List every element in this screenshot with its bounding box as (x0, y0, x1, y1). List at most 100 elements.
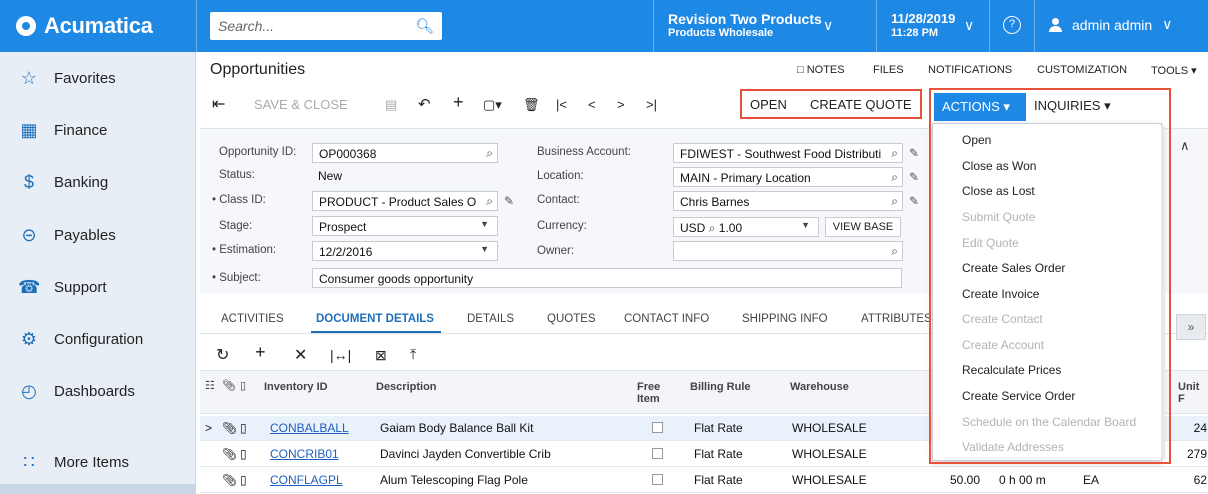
search-icon[interactable]: ⌕ (891, 146, 898, 161)
opportunity-id-field[interactable]: OP000368 ⌕ (312, 143, 498, 163)
last-record-icon[interactable]: >| (646, 97, 657, 112)
column-unit-price[interactable]: Unit F (1178, 381, 1208, 405)
expand-panel-icon[interactable]: » (1176, 314, 1206, 340)
estimation-date-field[interactable]: 12/2/2016 ▼ (312, 241, 498, 261)
inventory-id-link[interactable]: CONCRIB01 (270, 447, 339, 461)
sidebar-item-more-items[interactable]: ∷ More Items (0, 442, 196, 482)
inventory-id-link[interactable]: CONBALBALL (270, 421, 349, 435)
free-item-checkbox[interactable] (652, 448, 663, 459)
tab-contact-info[interactable]: CONTACT INFO (624, 313, 709, 325)
create-quote-button[interactable]: CREATE QUOTE (810, 97, 912, 112)
edit-pencil-icon[interactable]: ✎ (504, 194, 514, 208)
search-icon[interactable]: ⌕ (891, 170, 898, 185)
refresh-icon[interactable]: ↻ (216, 345, 229, 365)
subject-field[interactable]: Consumer goods opportunity (312, 268, 902, 288)
sidebar-item-banking[interactable]: $ Banking (0, 162, 196, 202)
location-field[interactable]: MAIN - Primary Location ⌕ (673, 167, 903, 187)
attachment-icon: 📎︎ (222, 380, 236, 392)
next-record-icon[interactable]: > (617, 97, 625, 112)
edit-pencil-icon[interactable]: ✎ (909, 146, 919, 160)
search-icon[interactable]: ⌕ (486, 194, 493, 209)
search-input[interactable]: Search... 🔍︎ (210, 12, 442, 40)
table-row[interactable]: 📎︎ ▯ CONFLAGPL Alum Telescoping Flag Pol… (200, 468, 1208, 493)
view-base-button[interactable]: VIEW BASE (825, 217, 901, 237)
user-menu[interactable]: admin admin ∨ (1048, 16, 1172, 33)
previous-record-icon[interactable]: < (588, 97, 596, 112)
customization-link[interactable]: CUSTOMIZATION (1037, 64, 1127, 76)
sidebar-item-payables[interactable]: ⊝ Payables (0, 215, 196, 255)
edit-pencil-icon[interactable]: ✎ (909, 170, 919, 184)
sidebar: ☆ Favorites ▦ Finance $ Banking ⊝ Payables ☎… (0, 52, 196, 494)
owner-field[interactable]: ⌕ (673, 241, 903, 261)
search-icon[interactable]: ⌕ (709, 221, 716, 235)
help-icon[interactable]: ? (1003, 16, 1021, 34)
class-id-field[interactable]: PRODUCT - Product Sales O ⌕ (312, 191, 498, 211)
tools-menu[interactable]: TOOLS ▾ (1151, 64, 1197, 77)
business-date-selector[interactable]: 11/28/2019 11:28 PM ∨ (891, 12, 974, 40)
chevron-down-icon: ∨ (964, 17, 975, 33)
highlight-box (929, 88, 1171, 464)
stage-select[interactable]: Prospect ▼ (312, 216, 498, 236)
column-description[interactable]: Description (376, 381, 437, 393)
column-warehouse[interactable]: Warehouse (790, 381, 849, 393)
column-inventory-id[interactable]: Inventory ID (264, 381, 328, 393)
open-button[interactable]: OPEN (750, 97, 787, 112)
sidebar-item-favorites[interactable]: ☆ Favorites (0, 58, 196, 98)
sidebar-item-support[interactable]: ☎ Support (0, 267, 196, 307)
headset-icon: ☎ (18, 276, 41, 297)
tab-quotes[interactable]: QUOTES (547, 313, 596, 325)
undo-icon[interactable]: ↶ (418, 95, 431, 113)
search-icon[interactable]: ⌕ (891, 244, 898, 259)
note-icon[interactable]: ▯ (240, 421, 247, 435)
export-excel-icon[interactable]: ⊠ (375, 347, 387, 364)
tab-activities[interactable]: ACTIVITIES (221, 313, 284, 325)
notifications-link[interactable]: NOTIFICATIONS (928, 64, 1012, 76)
sidebar-item-dashboards[interactable]: ◴ Dashboards (0, 371, 196, 411)
free-item-checkbox[interactable] (652, 474, 663, 485)
back-arrow-icon[interactable]: ⇤ (212, 94, 225, 114)
delete-icon[interactable]: 🗑︎ (523, 97, 540, 113)
upload-icon[interactable]: ⤒ (410, 346, 416, 363)
row-selector-icon[interactable]: ☷ (205, 379, 215, 392)
divider (1034, 0, 1035, 52)
column-free-item[interactable]: Free Item (637, 381, 677, 405)
note-icon[interactable]: ▯ (240, 473, 247, 487)
contact-field[interactable]: Chris Barnes ⌕ (673, 191, 903, 211)
save-close-button[interactable]: SAVE & CLOSE (254, 97, 348, 112)
business-account-field[interactable]: FDIWEST - Southwest Food Distributi ⌕ (673, 143, 903, 163)
edit-pencil-icon[interactable]: ✎ (909, 194, 919, 208)
first-record-icon[interactable]: |< (556, 97, 567, 112)
notes-link[interactable]: □ NOTES (797, 64, 845, 76)
attachment-icon[interactable]: 📎︎ (222, 421, 237, 435)
delete-row-icon[interactable]: ✕ (294, 345, 307, 365)
company-selector[interactable]: Revision Two Products Products Wholesale… (668, 12, 833, 40)
acumatica-logo[interactable]: Acumatica (0, 0, 196, 52)
add-icon[interactable]: + (453, 92, 464, 113)
tab-document-details[interactable]: DOCUMENT DETAILS (316, 313, 434, 325)
tab-attributes[interactable]: ATTRIBUTES (861, 313, 932, 325)
files-link[interactable]: FILES (873, 64, 904, 76)
free-item-checkbox[interactable] (652, 422, 663, 433)
user-icon (1048, 17, 1062, 32)
attachment-icon[interactable]: 📎︎ (222, 473, 237, 487)
calculator-icon: ▦ (20, 119, 38, 140)
copy-paste-icon[interactable]: ▢▾ (483, 97, 502, 113)
search-icon[interactable]: ⌕ (486, 146, 493, 161)
tab-details[interactable]: DETAILS (467, 313, 514, 325)
note-icon[interactable]: ▯ (240, 447, 247, 461)
column-billing-rule[interactable]: Billing Rule (690, 381, 751, 393)
currency-field[interactable]: USD ⌕ 1.00 ▼ (673, 217, 819, 237)
save-icon[interactable]: ▤ (385, 97, 397, 113)
search-icon[interactable]: ⌕ (891, 194, 898, 209)
inventory-id-link[interactable]: CONFLAGPL (270, 473, 343, 487)
fit-columns-icon[interactable]: |↔| (330, 347, 351, 363)
sidebar-item-configuration[interactable]: ⚙ Configuration (0, 319, 196, 359)
attachment-icon[interactable]: 📎︎ (222, 447, 237, 461)
collapse-up-icon[interactable]: ∧ (1180, 138, 1190, 154)
tab-shipping-info[interactable]: SHIPPING INFO (742, 313, 828, 325)
row-expand-icon[interactable]: > (205, 421, 212, 435)
search-icon[interactable]: 🔍︎ (415, 17, 434, 35)
sidebar-item-finance[interactable]: ▦ Finance (0, 110, 196, 150)
add-row-icon[interactable]: + (255, 342, 266, 363)
minus-circle-icon: ⊝ (21, 224, 37, 245)
